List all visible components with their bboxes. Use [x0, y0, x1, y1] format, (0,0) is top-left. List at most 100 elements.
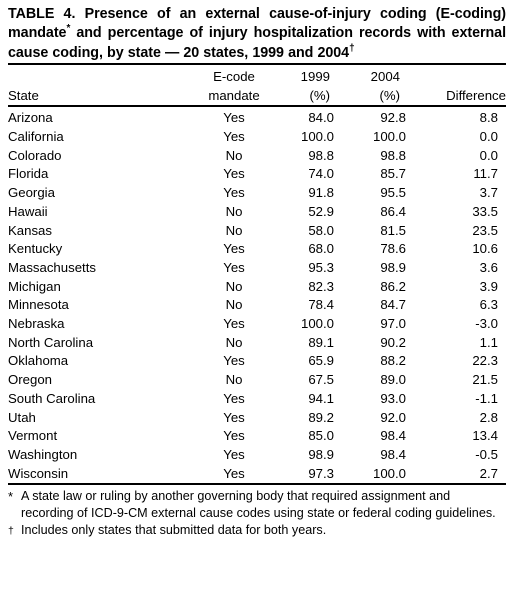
- cell-mandate: Yes: [223, 110, 245, 126]
- header-mandate-line2: mandate: [208, 87, 260, 103]
- cell-difference: 1.1: [479, 334, 498, 350]
- cell-state: Oregon: [8, 372, 52, 388]
- table-row: Hawaii No 52.9 86.4 33.5: [8, 203, 506, 222]
- cell-1999: 95.3: [308, 259, 334, 275]
- cell-mandate: No: [225, 278, 243, 294]
- cell-difference: -3.0: [475, 316, 498, 332]
- cell-2004: 100.0: [372, 465, 406, 481]
- cell-difference: 2.8: [479, 409, 498, 425]
- cell-difference: -0.5: [475, 446, 498, 462]
- cell-difference: 6.3: [479, 297, 498, 313]
- cell-1999: 98.8: [308, 147, 334, 163]
- cell-state: Colorado: [8, 147, 62, 163]
- cell-mandate: Yes: [223, 166, 245, 182]
- table-row: Florida Yes 74.0 85.7 11.7: [8, 165, 506, 184]
- cell-mandate: Yes: [223, 428, 245, 444]
- table-row: North Carolina No 89.1 90.2 1.1: [8, 334, 506, 353]
- table-page: TABLE 4. Presence of an external cause-o…: [0, 0, 514, 591]
- header-1999-line1: 1999: [300, 68, 330, 84]
- cell-2004: 93.0: [380, 390, 406, 406]
- cell-mandate: Yes: [223, 129, 245, 144]
- cell-state: Kentucky: [8, 241, 63, 257]
- table-row: Vermont Yes 85.0 98.4 13.4: [8, 427, 506, 446]
- cell-difference: 13.4: [472, 428, 498, 444]
- cell-difference: 3.6: [479, 259, 498, 275]
- cell-2004: 90.2: [380, 334, 406, 350]
- cell-mandate: Yes: [223, 259, 245, 275]
- cell-state: Washington: [8, 446, 78, 462]
- cell-mandate: No: [225, 334, 243, 350]
- header-difference: Difference: [446, 87, 506, 103]
- cell-1999: 97.3: [308, 465, 334, 481]
- cell-2004: 88.2: [380, 353, 406, 369]
- title-line-4-a: 1999 and 2004: [252, 44, 350, 61]
- cell-difference: 2.7: [479, 465, 498, 481]
- table-row: Michigan No 82.3 86.2 3.9: [8, 278, 506, 297]
- table-row: Nebraska Yes 100.0 97.0 -3.0: [8, 315, 506, 334]
- cell-2004: 84.7: [380, 297, 406, 313]
- cell-2004: 85.7: [380, 166, 406, 182]
- table-row: Utah Yes 89.2 92.0 2.8: [8, 409, 506, 428]
- footnote-asterisk: * A state law or ruling by another govern…: [8, 488, 506, 521]
- cell-difference: -1.1: [475, 390, 498, 406]
- cell-mandate: No: [225, 222, 243, 238]
- cell-difference: 8.8: [479, 110, 498, 126]
- cell-difference: 23.5: [472, 222, 498, 238]
- cell-mandate: Yes: [223, 390, 245, 406]
- cell-mandate: No: [225, 203, 243, 219]
- cell-difference: 11.7: [473, 166, 498, 182]
- cell-2004: 92.8: [380, 110, 406, 126]
- table-row: Oregon No 67.5 89.0 21.5: [8, 371, 506, 390]
- header-spacer: [8, 68, 192, 87]
- cell-2004: 86.4: [380, 203, 406, 219]
- cell-state: Utah: [8, 409, 36, 425]
- cell-state: Nebraska: [8, 316, 65, 332]
- cell-1999: 89.2: [308, 409, 334, 425]
- footnote-dagger: † Includes only states that submitted dat…: [8, 522, 506, 539]
- cell-1999: 84.0: [308, 110, 334, 126]
- cell-2004: 98.8: [380, 147, 406, 163]
- table-row: Wisconsin Yes 97.3 100.0 2.7: [8, 465, 506, 484]
- header-1999-line2: (%): [309, 87, 330, 103]
- cell-state: California: [8, 129, 64, 144]
- table-row: Kansas No 58.0 81.5 23.5: [8, 222, 506, 241]
- cell-mandate: No: [225, 372, 243, 388]
- table-row: Massachusetts Yes 95.3 98.9 3.6: [8, 259, 506, 278]
- cell-1999: 78.4: [308, 297, 334, 313]
- header-row-bottom: State mandate (%) (%) Difference: [8, 87, 506, 106]
- table-body: Arizona Yes 84.0 92.8 8.8 California Yes 100.0 1…: [8, 107, 506, 483]
- cell-1999: 82.3: [308, 278, 334, 294]
- cell-state: Wisconsin: [8, 465, 69, 481]
- cell-2004: 95.5: [380, 185, 406, 201]
- table-row: Georgia Yes 91.8 95.5 3.7: [8, 184, 506, 203]
- cell-state: Arizona: [8, 110, 53, 126]
- cell-1999: 89.1: [308, 334, 334, 350]
- cell-state: Michigan: [8, 278, 61, 294]
- cell-1999: 74.0: [308, 166, 334, 182]
- table-row: Arizona Yes 84.0 92.8 8.8: [8, 107, 506, 128]
- cell-2004: 92.0: [380, 409, 406, 425]
- cell-state: South Carolina: [8, 390, 96, 406]
- header-2004-line1: 2004: [370, 68, 400, 84]
- cell-difference: 3.9: [479, 278, 498, 294]
- cell-difference: 22.3: [472, 353, 498, 369]
- cell-mandate: Yes: [223, 185, 245, 201]
- table-header-block: E-code 1999 2004 State mandate (%) (%) D…: [8, 65, 506, 105]
- cell-2004: 97.0: [380, 316, 406, 332]
- cell-difference: 0.0: [479, 129, 498, 144]
- cell-mandate: Yes: [223, 353, 245, 369]
- footnotes: * A state law or ruling by another govern…: [8, 485, 506, 538]
- cell-2004: 81.5: [380, 222, 406, 238]
- table-row: California Yes 100.0 100.0 0.0: [8, 128, 506, 147]
- cell-difference: 33.5: [472, 203, 498, 219]
- cell-1999: 100.0: [300, 316, 334, 332]
- cell-2004: 78.6: [380, 241, 406, 257]
- table-row: Kentucky Yes 68.0 78.6 10.6: [8, 240, 506, 259]
- table-row: South Carolina Yes 94.1 93.0 -1.1: [8, 390, 506, 409]
- title-line-1: TABLE 4. Presence of an external cause-o…: [8, 6, 427, 22]
- cell-mandate: Yes: [223, 409, 245, 425]
- cell-state: Georgia: [8, 185, 55, 201]
- cell-state: Hawaii: [8, 203, 48, 219]
- header-mandate-line1: E-code: [213, 68, 255, 84]
- cell-2004: 98.9: [380, 259, 406, 275]
